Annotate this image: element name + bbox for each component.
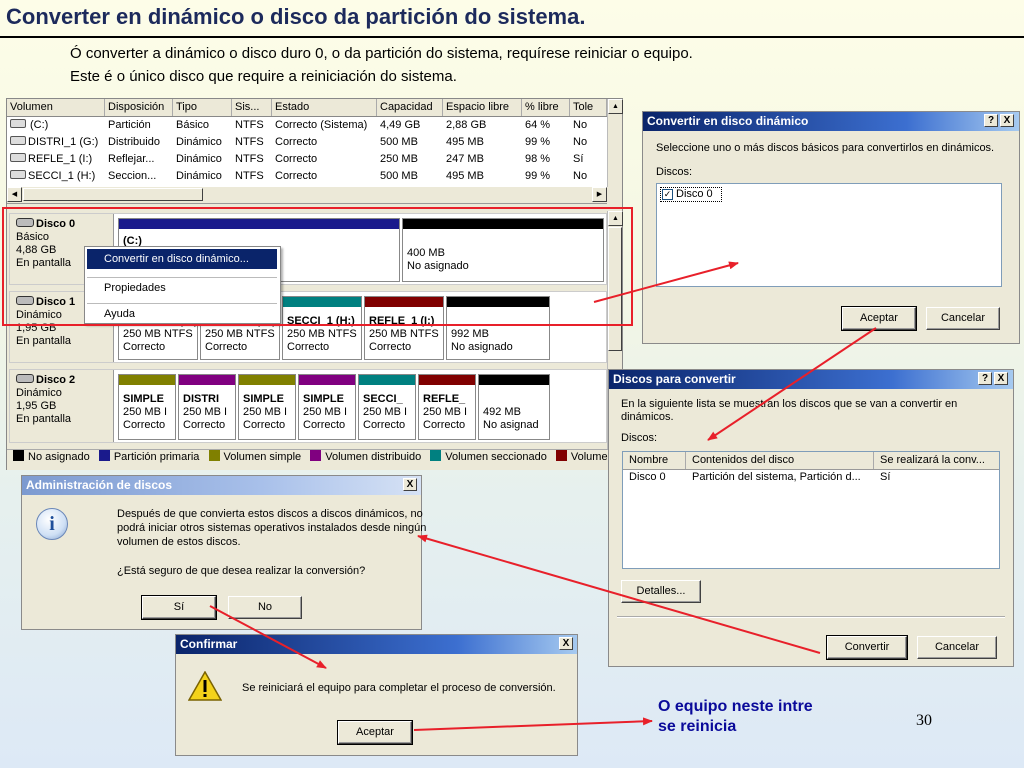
arrow-ok-to-note [413,717,653,731]
restart-note-line-2: se reinicia [658,718,737,735]
page-number: 30 [916,712,932,729]
arrow-yes-to-confirm-dialog [209,605,327,669]
arrow-menu-to-convert-dialog [593,261,739,303]
annotation-arrows [209,261,877,731]
restart-note: O equipo neste intre se reinicia [658,697,813,737]
arrow-ok-to-list-dialog [707,327,877,441]
restart-note-line-1: O equipo neste intre [658,698,813,715]
arrow-convert-to-admin-dialog [417,534,821,654]
